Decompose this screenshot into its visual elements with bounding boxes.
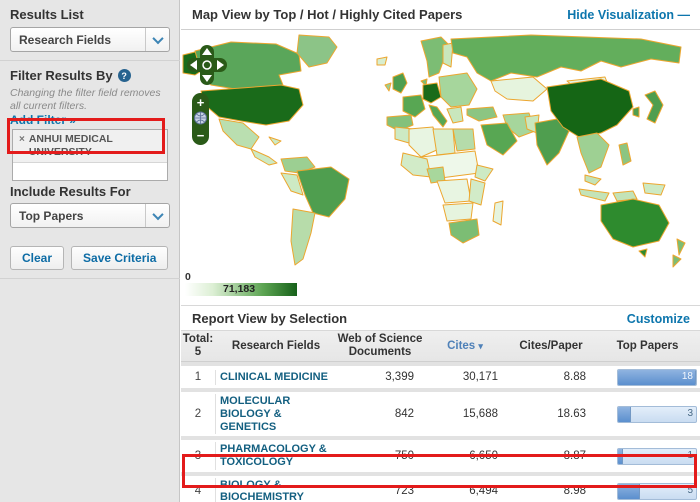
clear-button[interactable]: Clear: [10, 246, 64, 270]
cites-per-paper-value: 18.63: [507, 408, 595, 420]
table-row: 2 MOLECULAR BIOLOGY & GENETICS 842 15,68…: [181, 388, 700, 436]
results-list-heading: Results List: [10, 7, 84, 22]
report-view-title: Report View by Selection: [192, 311, 347, 326]
total-label: Total:: [183, 333, 213, 345]
table-header-row: Total: 5 Research Fields Web of Science …: [181, 330, 700, 362]
top-papers-value: 3: [687, 408, 693, 419]
results-list-value: Research Fields: [11, 33, 145, 47]
top-papers-value: 18: [682, 371, 693, 382]
filter-item-label: ANHUI MEDICAL UNIVERSITY: [29, 133, 163, 159]
zoom-in-icon[interactable]: +: [197, 95, 205, 110]
wos-documents-value: 750: [337, 450, 423, 462]
cites-value: 6,650: [423, 450, 507, 462]
help-icon[interactable]: ?: [118, 69, 131, 82]
cites-value: 15,688: [423, 408, 507, 420]
save-criteria-button[interactable]: Save Criteria: [71, 246, 168, 270]
cites-header-label: Cites: [447, 340, 475, 352]
map-view-title: Map View by Top / Hot / Highly Cited Pap…: [192, 7, 462, 22]
filter-list: × ANHUI MEDICAL UNIVERSITY: [12, 129, 168, 181]
sidebar-divider: [0, 60, 180, 61]
chevron-down-icon: [145, 28, 169, 51]
wos-documents-value: 723: [337, 485, 423, 497]
row-rank: 4: [181, 485, 215, 497]
total-value: 5: [195, 346, 201, 358]
sidebar: Results List Research Fields Filter Resu…: [0, 0, 180, 502]
world-countries[interactable]: [183, 35, 685, 267]
top-papers-bar: 3: [617, 406, 697, 423]
top-papers-value: 5: [687, 485, 693, 496]
row-rank: 2: [181, 408, 215, 420]
cites-per-paper-value: 8.87: [507, 450, 595, 462]
hide-visualization-link[interactable]: Hide Visualization —: [567, 8, 690, 22]
field-link[interactable]: PHARMACOLOGY & TOXICOLOGY: [215, 442, 337, 469]
col-header-research-fields[interactable]: Research Fields: [215, 338, 337, 355]
map-region: + − 0 71,183: [181, 31, 700, 306]
table-row-highlighted: 4 BIOLOGY & BIOCHEMISTRY 723 6,494 8.98 …: [181, 472, 700, 502]
cites-per-paper-value: 8.88: [507, 371, 595, 383]
row-rank: 1: [181, 371, 215, 383]
legend-max-label: 71,183: [223, 283, 255, 295]
report-header: Report View by Selection Customize: [181, 307, 700, 330]
col-header-cites-per-paper[interactable]: Cites/Paper: [507, 338, 595, 355]
world-choropleth-map[interactable]: + −: [181, 33, 700, 283]
field-link[interactable]: BIOLOGY & BIOCHEMISTRY: [215, 478, 337, 502]
add-filter-link[interactable]: Add Filter »: [10, 113, 76, 127]
filter-results-label: Filter Results By: [10, 68, 113, 83]
filter-item-anhui-medical-university[interactable]: × ANHUI MEDICAL UNIVERSITY: [13, 130, 167, 163]
sidebar-divider: [0, 278, 180, 279]
filter-results-heading: Filter Results By ?: [10, 68, 131, 83]
legend-min-label: 0: [185, 271, 191, 283]
top-papers-bar: 5: [617, 483, 697, 500]
map-legend-gradient: 0 71,183: [185, 283, 297, 296]
filter-note: Changing the filter field removes all cu…: [10, 87, 170, 113]
field-link[interactable]: MOLECULAR BIOLOGY & GENETICS: [215, 394, 337, 434]
sort-desc-icon: ▾: [478, 341, 483, 351]
table-row: 3 PHARMACOLOGY & TOXICOLOGY 750 6,650 8.…: [181, 436, 700, 471]
map-header: Map View by Top / Hot / Highly Cited Pap…: [181, 0, 700, 30]
top-papers-value: 1: [687, 450, 693, 461]
table-row: 1 CLINICAL MEDICINE 3,399 30,171 8.88 18: [181, 362, 700, 388]
wos-documents-value: 3,399: [337, 371, 423, 383]
total-count: Total: 5: [181, 331, 215, 361]
cites-value: 30,171: [423, 371, 507, 383]
col-header-top-papers[interactable]: Top Papers: [595, 338, 700, 355]
results-list-dropdown[interactable]: Research Fields: [10, 27, 170, 52]
zoom-out-icon[interactable]: −: [197, 128, 205, 143]
col-header-cites-sorted[interactable]: Cites ▾: [423, 338, 507, 355]
cites-value: 6,494: [423, 485, 507, 497]
wos-documents-value: 842: [337, 408, 423, 420]
include-results-dropdown[interactable]: Top Papers: [10, 203, 170, 228]
wos-header-line1: Web of Science: [338, 333, 423, 345]
chevron-down-icon: [145, 204, 169, 227]
customize-link[interactable]: Customize: [627, 312, 690, 326]
cites-per-paper-value: 8.98: [507, 485, 595, 497]
collapse-icon: —: [678, 8, 691, 22]
top-papers-bar: 18: [617, 369, 697, 386]
results-table: Total: 5 Research Fields Web of Science …: [181, 330, 700, 502]
field-link[interactable]: CLINICAL MEDICINE: [215, 370, 337, 385]
include-results-value: Top Papers: [11, 209, 145, 223]
col-header-wos-documents[interactable]: Web of Science Documents: [337, 331, 423, 361]
map-zoom-control[interactable]: + −: [192, 93, 209, 145]
wos-header-line2: Documents: [349, 346, 412, 358]
row-rank: 3: [181, 450, 215, 462]
hide-visualization-label: Hide Visualization: [567, 8, 674, 22]
include-results-heading: Include Results For: [10, 184, 131, 199]
main-panel: Map View by Top / Hot / Highly Cited Pap…: [181, 0, 700, 502]
top-papers-bar: 1: [617, 448, 697, 465]
remove-filter-icon[interactable]: ×: [19, 133, 25, 159]
